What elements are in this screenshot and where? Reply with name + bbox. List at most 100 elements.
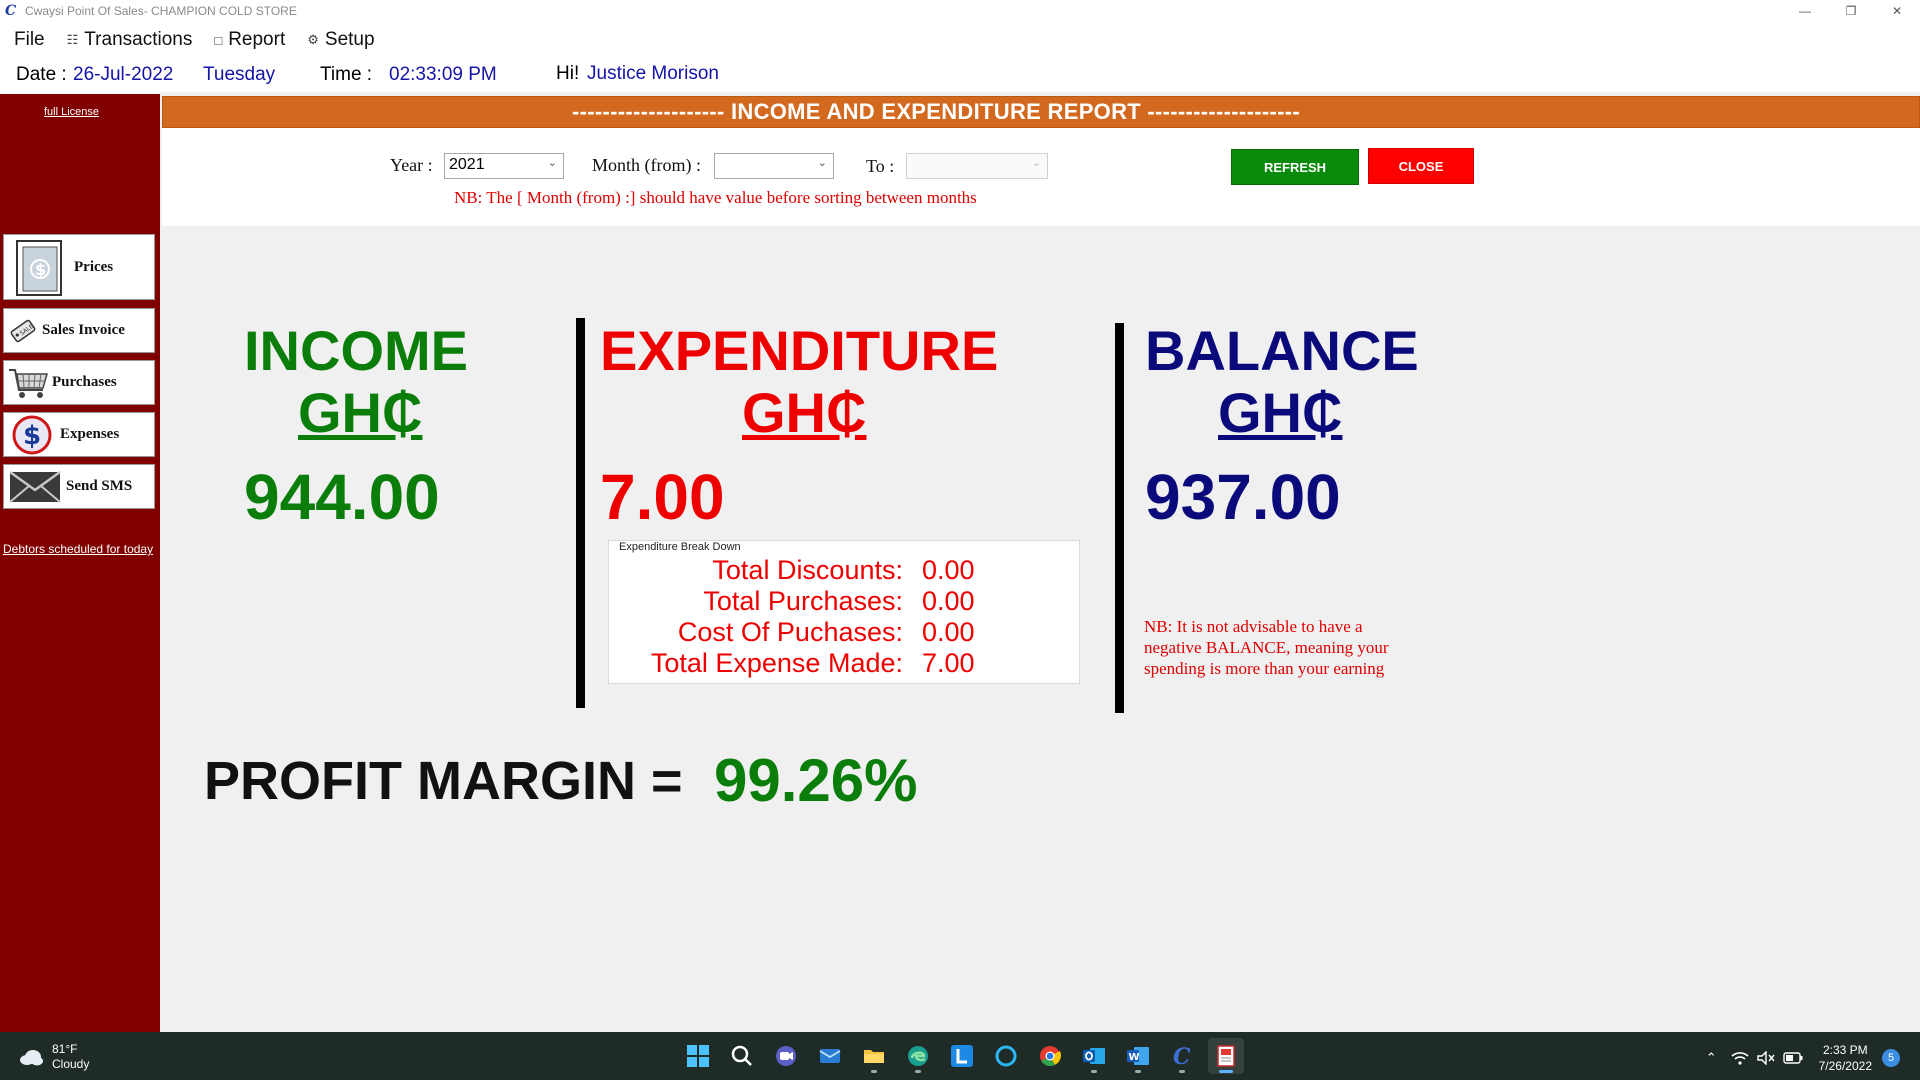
close-button[interactable]: CLOSE <box>1368 148 1474 184</box>
breakdown-row: Total Discounts: 0.00 <box>609 555 1081 585</box>
expenditure-label: EXPENDITURE <box>600 319 999 382</box>
sidebar-item-label: Send SMS <box>66 478 133 494</box>
month-note: NB: The [ Month (from) :] should have va… <box>454 188 977 207</box>
sidebar-item-purchases[interactable]: Purchases <box>3 360 155 405</box>
balance-currency: GH₵ <box>1218 381 1343 444</box>
report-icon: □ <box>214 32 223 48</box>
word-icon[interactable]: W <box>1120 1038 1156 1074</box>
dollar-circle-icon: $ <box>4 415 60 455</box>
time-label: Time : <box>320 64 373 85</box>
sidebar-item-label: Expenses <box>60 426 120 442</box>
cortana-icon[interactable] <box>988 1038 1024 1074</box>
profit-margin-label: PROFIT MARGIN = <box>204 751 683 811</box>
breakdown-row: Total Expense Made: 7.00 <box>609 648 1081 678</box>
breakdown-row-value: 0.00 <box>922 555 975 585</box>
sidebar-item-send-sms[interactable]: Send SMS <box>3 464 155 509</box>
month-from-select[interactable]: ⌄ <box>714 153 834 179</box>
window-controls: — ❐ ✕ <box>1782 0 1920 22</box>
menu-setup[interactable]: ⚙ Setup <box>307 29 374 51</box>
divider <box>576 318 585 708</box>
report-title: -------------------- INCOME AND EXPENDIT… <box>572 99 1300 124</box>
filter-panel: Year : 2021 ⌄ Month (from) : ⌄ To : ⌄ RE… <box>162 128 1920 226</box>
breakdown-row-value: 0.00 <box>922 586 975 616</box>
meet-icon[interactable] <box>768 1038 804 1074</box>
menu-setup-label: Setup <box>324 29 375 50</box>
svg-text:$: $ <box>35 260 46 279</box>
system-tray: ⌃ 2:33 PM 7/26/2022 5 <box>1706 1042 1900 1074</box>
launcher-icon[interactable] <box>944 1038 980 1074</box>
edge-icon[interactable] <box>900 1038 936 1074</box>
shopping-cart-icon <box>4 364 52 402</box>
breakdown-row-label: Total Discounts: <box>712 555 903 585</box>
menu-bar: File ☷ Transactions □ Report ⚙ Setup <box>0 22 1920 58</box>
balance-value: 937.00 <box>1145 461 1341 533</box>
pos-report-icon[interactable] <box>1208 1038 1244 1074</box>
report-header: -------------------- INCOME AND EXPENDIT… <box>162 96 1920 128</box>
breakdown-row-value: 0.00 <box>922 617 975 647</box>
notification-badge[interactable]: 5 <box>1882 1049 1900 1067</box>
search-icon[interactable] <box>724 1038 760 1074</box>
restore-button[interactable]: ❐ <box>1828 0 1874 22</box>
profit-margin-value: 99.26% <box>714 747 918 814</box>
debtors-link[interactable]: Debtors scheduled for today <box>3 542 153 556</box>
breakdown-row-label: Cost Of Puchases: <box>677 617 903 647</box>
pos-app-icon[interactable]: C <box>1164 1038 1200 1074</box>
sidebar-item-label: Prices <box>74 258 114 275</box>
wifi-icon[interactable] <box>1731 1051 1749 1065</box>
chevron-down-icon: ⌄ <box>547 157 557 169</box>
breakdown-row-label: Total Purchases: <box>703 586 903 616</box>
weather-condition: Cloudy <box>52 1057 90 1071</box>
close-window-button[interactable]: ✕ <box>1874 0 1920 22</box>
menu-file-label: File <box>14 29 45 50</box>
year-select[interactable]: 2021 ⌄ <box>444 153 564 179</box>
chevron-down-icon: ⌄ <box>1031 157 1041 169</box>
running-indicator <box>1179 1070 1185 1073</box>
year-label: Year : <box>390 155 433 175</box>
breakdown-row: Total Purchases: 0.00 <box>609 586 1081 616</box>
menu-file[interactable]: File <box>14 29 45 51</box>
gear-icon: ⚙ <box>307 32 319 47</box>
sidebar-item-prices[interactable]: $ Prices <box>3 234 155 300</box>
to-select[interactable]: ⌄ <box>906 153 1048 179</box>
license-link[interactable]: full License <box>44 106 99 118</box>
divider <box>1115 323 1124 713</box>
running-indicator <box>1135 1070 1141 1073</box>
income-currency: GH₵ <box>298 381 423 444</box>
file-explorer-icon[interactable] <box>856 1038 892 1074</box>
sidebar-item-sales-invoice[interactable]: SALE Sales Invoice <box>3 308 155 353</box>
volume-muted-icon[interactable] <box>1756 1051 1775 1065</box>
menu-transactions[interactable]: ☷ Transactions <box>67 29 193 51</box>
sale-tag-icon: SALE <box>4 316 42 346</box>
chrome-icon[interactable] <box>1032 1038 1068 1074</box>
chevron-down-icon: ⌄ <box>817 157 827 169</box>
date-label: Date : <box>16 64 67 85</box>
menu-report-label: Report <box>228 29 286 50</box>
menu-report[interactable]: □ Report <box>214 29 285 51</box>
sidebar-item-label: Sales Invoice <box>42 322 125 338</box>
balance-label: BALANCE <box>1145 319 1419 382</box>
refresh-button[interactable]: REFRESH <box>1231 149 1359 185</box>
balance-note: NB: It is not advisable to have a negati… <box>1144 617 1389 678</box>
minimize-button[interactable]: — <box>1782 0 1828 22</box>
battery-icon[interactable] <box>1782 1052 1803 1064</box>
to-label: To : <box>866 156 895 176</box>
breakdown-row-label: Total Expense Made: <box>650 648 903 678</box>
mail-icon[interactable] <box>812 1038 848 1074</box>
income-value: 944.00 <box>244 461 440 533</box>
weather-widget[interactable]: 81°F Cloudy <box>18 1042 89 1072</box>
sidebar-item-expenses[interactable]: $ Expenses <box>3 412 155 457</box>
start-icon[interactable] <box>680 1038 716 1074</box>
price-tag-icon: $ <box>4 237 74 297</box>
greeting-label: Hi! <box>556 63 580 84</box>
chevron-up-icon[interactable]: ⌃ <box>1706 1050 1717 1066</box>
menu-transactions-label: Transactions <box>84 29 193 50</box>
taskbar-apps: W C <box>680 1038 1252 1074</box>
month-from-label: Month (from) : <box>592 155 701 175</box>
svg-text:$: $ <box>23 421 41 451</box>
expenditure-breakdown: Expenditure Break Down Total Discounts: … <box>608 540 1080 684</box>
outlook-icon[interactable] <box>1076 1038 1112 1074</box>
day-value: Tuesday <box>203 64 276 85</box>
taskbar-clock[interactable]: 2:33 PM 7/26/2022 <box>1819 1042 1872 1074</box>
time-value: 02:33:09 PM <box>389 64 497 85</box>
weather-temp: 81°F <box>52 1042 78 1056</box>
